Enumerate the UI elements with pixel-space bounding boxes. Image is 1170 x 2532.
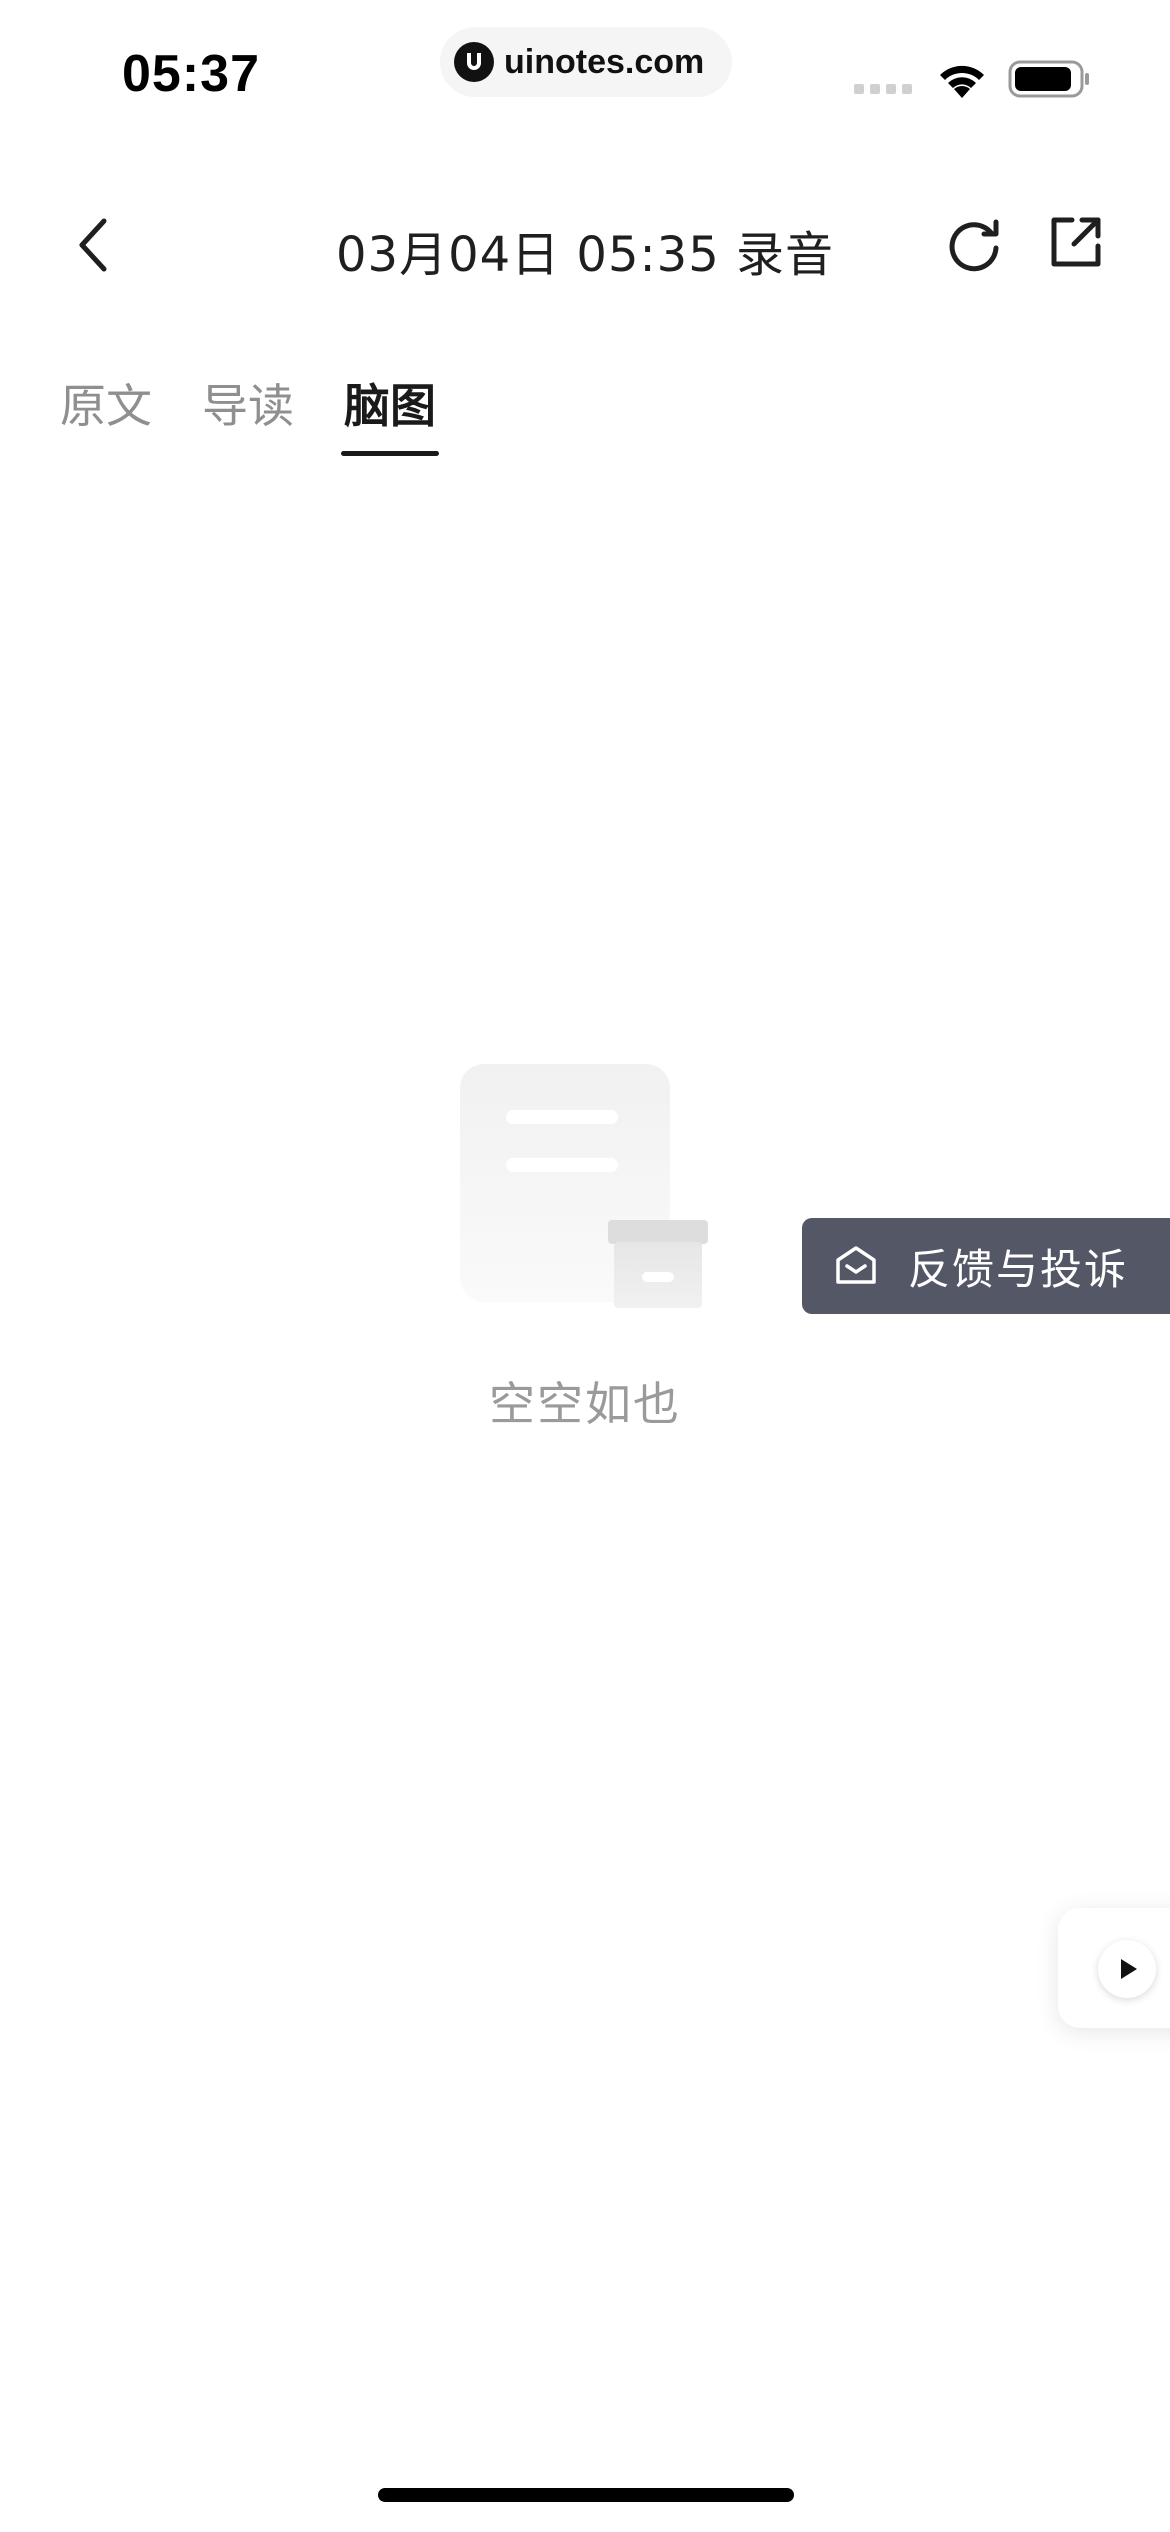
feedback-label: 反馈与投诉 (908, 1244, 1129, 1294)
wifi-icon (934, 58, 990, 104)
feedback-button[interactable]: 反馈与投诉 (802, 1218, 1170, 1314)
status-time: 05:37 (122, 45, 260, 103)
back-button[interactable] (64, 210, 124, 280)
url-text: uinotes.com (504, 42, 705, 81)
tab-guide[interactable]: 导读 (202, 370, 294, 460)
home-indicator (378, 2488, 794, 2502)
share-button[interactable] (1044, 210, 1108, 274)
refresh-icon (949, 219, 999, 272)
page-title: 03月04日 05:35 录音 (335, 227, 834, 283)
url-pill[interactable]: uinotes.com (440, 27, 732, 97)
battery-icon (1008, 58, 1092, 104)
share-icon (1051, 217, 1101, 267)
floating-player[interactable] (1058, 1908, 1170, 2028)
chevron-left-icon (79, 218, 107, 272)
play-icon (1121, 1959, 1137, 1979)
tab-bar: 原文 导读 脑图 (60, 370, 486, 460)
nav-bar: 03月04日 05:35 录音 (0, 190, 1170, 300)
site-logo-icon (454, 42, 494, 82)
empty-state-illustration (460, 1060, 720, 1310)
refresh-button[interactable] (942, 212, 1006, 276)
tab-mind-map[interactable]: 脑图 (341, 370, 439, 460)
play-button[interactable] (1098, 1940, 1156, 1998)
mail-open-icon (836, 1246, 876, 1284)
tab-original-text[interactable]: 原文 (60, 370, 152, 460)
status-bar: 05:37 uinotes.com (0, 0, 1170, 150)
cellular-signal-icon (854, 84, 912, 94)
empty-state-text: 空空如也 (489, 1377, 681, 1431)
